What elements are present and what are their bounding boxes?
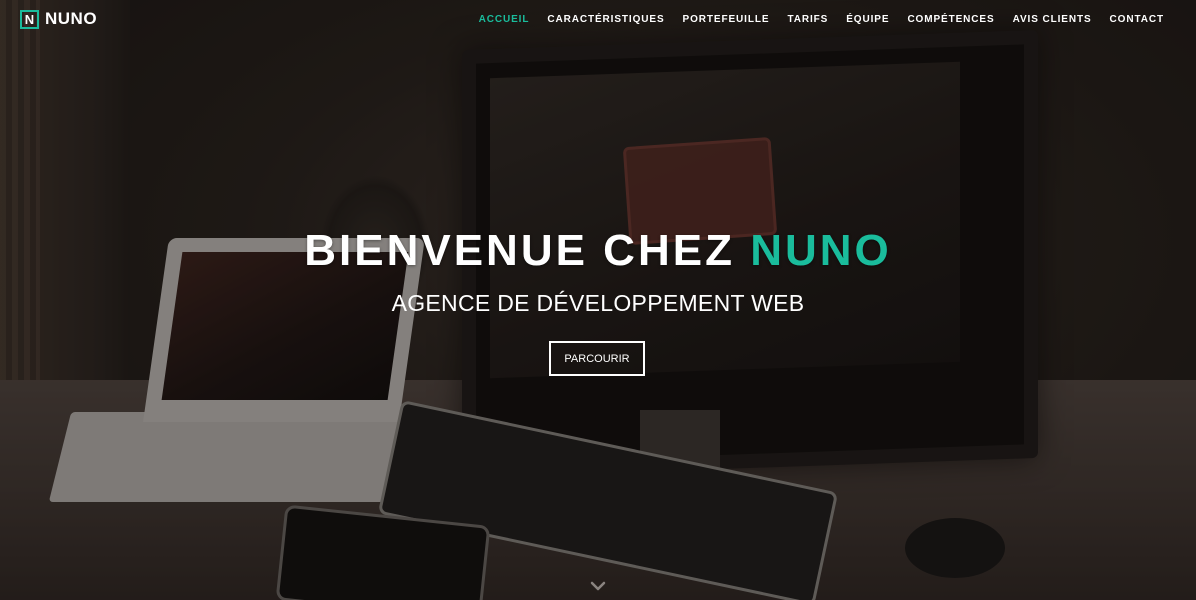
hero-subtitle: AGENCE DE DÉVELOPPEMENT WEB (391, 290, 805, 316)
chevron-down-icon (590, 581, 606, 591)
browse-button[interactable]: PARCOURIR (549, 341, 645, 376)
brand-logo-link[interactable]: N NUNO (20, 9, 97, 29)
nav-item-accueil[interactable]: ACCUEIL (479, 14, 530, 25)
nav-item-competences[interactable]: COMPÉTENCES (907, 14, 994, 25)
top-navbar: N NUNO ACCUEIL CARACTÉRISTIQUES PORTEFEU… (0, 0, 1196, 40)
hero-title-accent: NUNO (750, 226, 892, 275)
hero-section: N NUNO ACCUEIL CARACTÉRISTIQUES PORTEFEU… (0, 0, 1196, 600)
nav-item-contact[interactable]: CONTACT (1110, 14, 1164, 25)
scroll-down-link[interactable] (588, 576, 608, 596)
nav-item-caracteristiques[interactable]: CARACTÉRISTIQUES (547, 14, 664, 25)
brand-name: NUNO (45, 9, 98, 28)
hero-title-main: BIENVENUE CHEZ (304, 226, 751, 275)
nav-item-equipe[interactable]: ÉQUIPE (846, 14, 889, 25)
logo-icon: N (20, 9, 39, 29)
nav-item-portefeuille[interactable]: PORTEFEUILLE (683, 14, 770, 25)
hero-title: BIENVENUE CHEZ NUNO (0, 226, 1196, 276)
nav-item-avis-clients[interactable]: AVIS CLIENTS (1013, 14, 1092, 25)
nav-item-tarifs[interactable]: TARIFS (787, 14, 828, 25)
nav-menu: ACCUEIL CARACTÉRISTIQUES PORTEFEUILLE TA… (461, 14, 1164, 25)
